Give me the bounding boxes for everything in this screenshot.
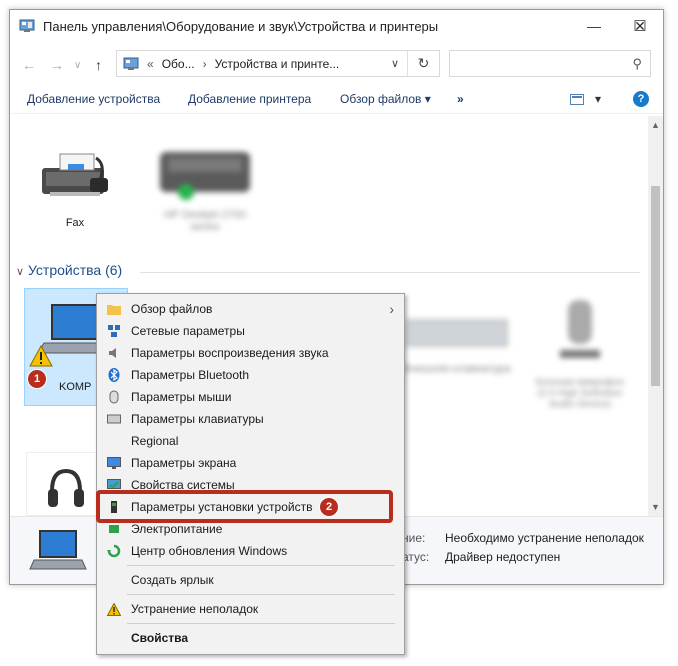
vertical-scrollbar[interactable]: ▲ ▼ xyxy=(648,116,663,516)
fax-icon xyxy=(42,153,108,196)
minimize-button[interactable]: — xyxy=(571,10,617,42)
keyboard-icon xyxy=(107,412,121,426)
section-divider xyxy=(140,272,640,273)
menu-item-label: Параметры воспроизведения звука xyxy=(131,346,329,360)
devices-section-header[interactable]: ∨ Устройства (6) xyxy=(16,262,122,278)
menu-item-label: Параметры клавиатуры xyxy=(131,412,264,426)
view-options-icon[interactable] xyxy=(570,94,584,105)
search-input[interactable]: ⚲ xyxy=(449,50,651,77)
breadcrumb-overflow[interactable]: « xyxy=(147,57,154,71)
address-bar-row: ← → ∨ ↑ « Обо... › Устройства и принте..… xyxy=(10,48,663,82)
add-printer-button[interactable]: Добавление принтера xyxy=(188,92,311,106)
headphones-device[interactable] xyxy=(26,452,106,516)
keyboard-device[interactable]: Внешняя клавиатура xyxy=(402,300,512,375)
device-label: KOMP xyxy=(59,381,92,393)
address-dropdown-button[interactable]: ∨ xyxy=(391,57,399,70)
menu-item-label: Устранение неполадок xyxy=(131,602,259,616)
address-field[interactable]: « Обо... › Устройства и принте... ∨ ↻ xyxy=(116,50,440,77)
display-icon xyxy=(107,456,121,470)
mouse-icon xyxy=(107,390,121,404)
menu-item-properties[interactable]: Свойства xyxy=(97,627,404,649)
printer-device[interactable]: HP Deskjet 2700 series xyxy=(150,134,260,233)
update-icon xyxy=(107,544,121,558)
warning-icon xyxy=(107,602,121,616)
status-label: ние: xyxy=(402,531,426,545)
breadcrumb-devices-printers[interactable]: Устройства и принте... xyxy=(215,57,340,71)
menu-item-label: Параметры мыши xyxy=(131,390,232,404)
warning-icon xyxy=(29,345,53,367)
view-dropdown-button[interactable]: ▾ xyxy=(595,92,601,106)
network-icon xyxy=(107,324,121,338)
status-value: Необходимо устранение неполадок xyxy=(445,531,644,545)
highlight-annotation xyxy=(96,490,393,523)
menu-separator xyxy=(127,594,395,595)
bluetooth-icon xyxy=(107,368,121,382)
collapse-chevron-icon[interactable]: ∨ xyxy=(16,266,24,278)
more-commands-button[interactable]: » xyxy=(457,92,464,106)
recent-locations-dropdown[interactable]: ∨ xyxy=(74,60,81,71)
title-bar: Панель управления\Оборудование и звук\Ус… xyxy=(10,10,663,42)
microphone-device[interactable]: Колонки микрофон (2.0 High Definition Au… xyxy=(530,294,630,410)
menu-item-create-shortcut[interactable]: Создать ярлык xyxy=(97,569,404,591)
scroll-thumb[interactable] xyxy=(651,186,660,386)
breadcrumb-separator[interactable]: › xyxy=(203,57,207,71)
fax-device[interactable]: Fax xyxy=(30,144,120,229)
refresh-button[interactable]: ↻ xyxy=(407,51,439,76)
speaker-icon xyxy=(107,346,121,360)
device-label: Fax xyxy=(65,217,85,229)
keyboard-icon xyxy=(406,319,508,347)
menu-separator xyxy=(127,565,395,566)
forward-button[interactable]: → xyxy=(50,57,64,73)
breadcrumb-hardware[interactable]: Обо... xyxy=(162,57,195,71)
menu-item-windows-update[interactable]: Центр обновления Windows xyxy=(97,540,404,562)
menu-item-label: Параметры экрана xyxy=(131,456,237,470)
menu-item-label: Обзор файлов xyxy=(131,302,213,316)
menu-separator xyxy=(127,623,395,624)
context-menu: Обзор файлов › Сетевые параметры Парамет… xyxy=(96,293,405,655)
control-panel-icon xyxy=(19,19,35,32)
menu-item-regional[interactable]: Regional xyxy=(97,430,404,452)
menu-item-label: Центр обновления Windows xyxy=(131,544,288,558)
scroll-up-icon[interactable]: ▲ xyxy=(651,120,660,130)
printer-icon xyxy=(160,152,250,200)
laptop-icon xyxy=(29,530,87,570)
driver-value: Драйвер недоступен xyxy=(445,550,561,564)
window-title: Панель управления\Оборудование и звук\Ус… xyxy=(43,18,439,34)
menu-item-sound-playback[interactable]: Параметры воспроизведения звука xyxy=(97,342,404,364)
device-label: Колонки микрофон (2.0 High Definition Au… xyxy=(535,377,625,410)
menu-item-troubleshoot[interactable]: Устранение неполадок xyxy=(97,598,404,620)
device-label: HP Deskjet 2700 series xyxy=(163,209,247,233)
add-device-button[interactable]: Добавление устройства xyxy=(27,92,160,106)
step-badge-1: 1 xyxy=(27,369,47,389)
menu-item-label: Сетевые параметры xyxy=(131,324,245,338)
microphone-icon xyxy=(560,300,600,358)
menu-item-label: Свойства xyxy=(131,631,189,645)
menu-item-keyboard-settings[interactable]: Параметры клавиатуры xyxy=(97,408,404,430)
menu-item-browse-files[interactable]: Обзор файлов › xyxy=(97,298,404,320)
menu-item-bluetooth[interactable]: Параметры Bluetooth xyxy=(97,364,404,386)
devices-section-title: Устройства (6) xyxy=(27,262,123,278)
menu-item-mouse-settings[interactable]: Параметры мыши xyxy=(97,386,404,408)
command-toolbar: Добавление устройства Добавление принтер… xyxy=(10,86,663,114)
power-icon xyxy=(107,522,121,536)
menu-item-network-settings[interactable]: Сетевые параметры xyxy=(97,320,404,342)
menu-item-display-settings[interactable]: Параметры экрана xyxy=(97,452,404,474)
menu-item-label: Электропитание xyxy=(131,522,223,536)
close-button[interactable]: ✕ xyxy=(617,10,663,42)
back-button[interactable]: ← xyxy=(22,57,36,73)
driver-label: атус: xyxy=(402,550,430,564)
control-panel-icon xyxy=(123,57,139,70)
help-icon[interactable]: ? xyxy=(633,91,649,107)
submenu-arrow-icon: › xyxy=(389,301,394,317)
scroll-down-icon[interactable]: ▼ xyxy=(651,502,660,512)
up-button[interactable]: ↑ xyxy=(95,57,102,73)
headphones-icon xyxy=(48,468,84,507)
browse-files-button[interactable]: Обзор файлов ▾ xyxy=(340,92,431,106)
menu-item-label: Параметры Bluetooth xyxy=(131,368,250,382)
device-label: Внешняя клавиатура xyxy=(403,363,511,375)
menu-item-label: Создать ярлык xyxy=(131,573,214,587)
folder-icon xyxy=(107,302,121,316)
menu-item-label: Regional xyxy=(131,434,179,448)
search-icon: ⚲ xyxy=(632,56,642,71)
